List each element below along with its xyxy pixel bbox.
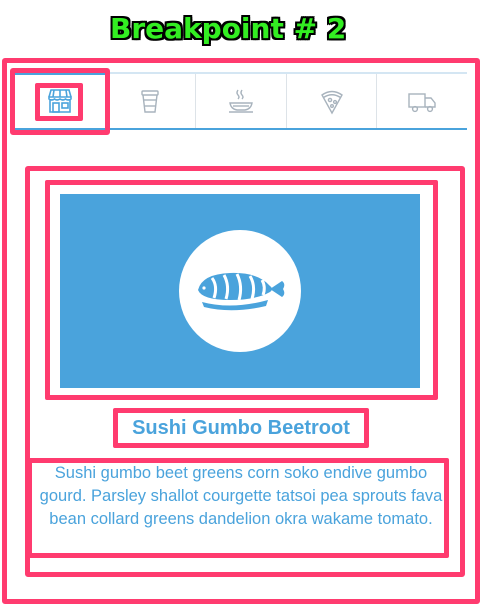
tab-coffee[interactable]	[106, 74, 197, 128]
annotation-title-frame	[113, 408, 369, 448]
delivery-truck-icon	[408, 93, 436, 113]
annotation-active-icon-frame	[35, 83, 83, 121]
tab-pizza[interactable]	[287, 74, 378, 128]
annotation-description-frame	[27, 458, 449, 558]
breakpoint-label: Breakpoint # 2	[110, 12, 347, 45]
tab-delivery[interactable]	[377, 74, 467, 128]
tab-hot-dish[interactable]	[196, 74, 287, 128]
pizza-slice-icon	[320, 90, 343, 115]
coffee-cup-icon	[141, 90, 160, 113]
hot-dish-icon	[228, 89, 253, 113]
annotation-image-frame	[45, 180, 438, 400]
